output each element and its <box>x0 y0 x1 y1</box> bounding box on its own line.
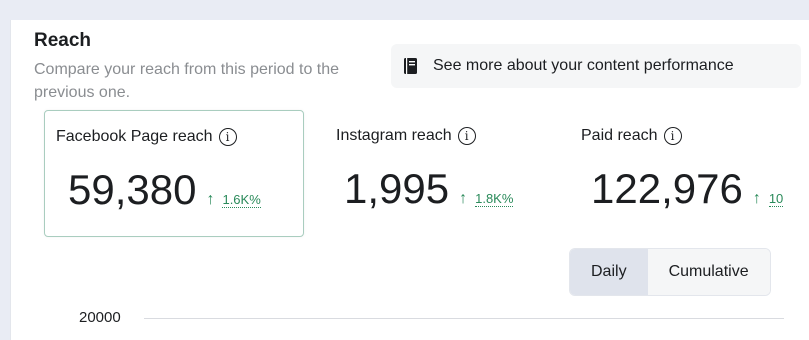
metric-label: Facebook Page reach <box>56 128 213 145</box>
arrow-up-icon: ↑ <box>459 190 468 207</box>
section-title: Reach <box>34 30 92 51</box>
reach-card: Reach Compare your reach from this perio… <box>10 20 809 340</box>
metric-change[interactable]: 1.6K% <box>222 193 261 208</box>
period-toggle: Daily Cumulative <box>569 248 771 296</box>
info-icon[interactable]: i <box>663 127 682 145</box>
arrow-up-icon: ↑ <box>206 191 215 208</box>
toggle-daily[interactable]: Daily <box>570 249 648 295</box>
arrow-up-icon: ↑ <box>752 190 761 207</box>
metric-value: 59,380 <box>68 166 197 213</box>
see-more-content-performance-button[interactable]: See more about your content performance <box>391 44 801 88</box>
metric-change[interactable]: 1.8K% <box>475 192 514 207</box>
section-subtitle: Compare your reach from this period to t… <box>34 61 340 101</box>
info-icon[interactable]: i <box>218 128 237 146</box>
toggle-cumulative[interactable]: Cumulative <box>647 249 770 295</box>
chart-gridline <box>144 318 784 319</box>
metric-label: Paid reach <box>581 127 658 144</box>
metric-label: Instagram reach <box>336 127 452 144</box>
see-more-label: See more about your content performance <box>433 57 734 74</box>
metric-instagram-reach[interactable]: Instagram reach i 1,995 ↑ 1.8K% <box>324 110 584 237</box>
metric-value: 122,976 <box>591 165 743 212</box>
book-icon <box>404 58 417 74</box>
metric-change[interactable]: 10 <box>768 192 784 207</box>
y-axis-tick: 20000 <box>79 309 121 326</box>
info-icon[interactable]: i <box>457 127 476 145</box>
metric-value: 1,995 <box>344 165 450 212</box>
metric-paid-reach[interactable]: Paid reach i 122,976 ↑ 10 <box>571 110 809 237</box>
metric-facebook-page-reach[interactable]: Facebook Page reach i 59,380 ↑ 1.6K% <box>44 110 304 237</box>
